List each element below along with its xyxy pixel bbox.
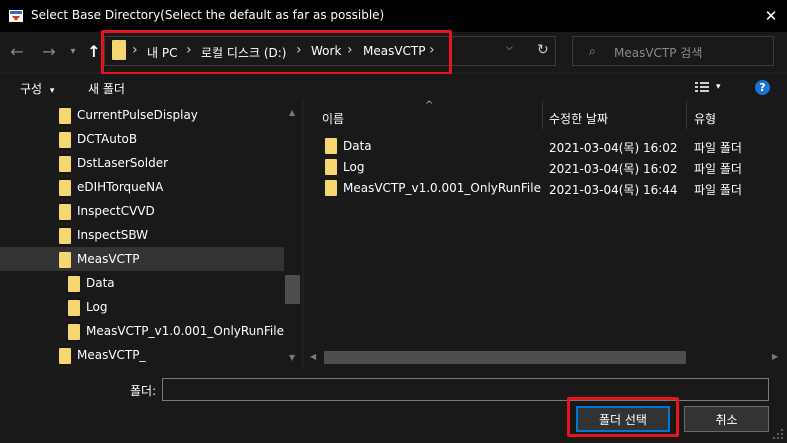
tree-item[interactable]: DstLaserSolder [0,151,284,175]
close-button[interactable]: ✕ [755,0,787,32]
resize-grip-icon[interactable] [772,428,784,440]
tree-item[interactable]: MeasVCTP_v1.0.001_OnlyRunFile [0,319,284,343]
folder-icon [325,138,337,154]
tree-item[interactable]: Data [0,271,284,295]
tree-item-label: MeasVCTP [77,252,140,266]
folder-icon [59,228,71,244]
folder-icon [59,348,71,364]
address-highlight-box [101,30,452,75]
help-icon[interactable]: ? [755,80,770,95]
column-header-type[interactable]: 유형 [694,110,716,127]
scroll-down-icon[interactable]: ▼ [289,353,295,362]
tree-item[interactable]: CurrentPulseDisplay [0,103,284,127]
tree-item-selected[interactable]: MeasVCTP [0,247,284,271]
navigation-pane: CurrentPulseDisplay DCTAutoB DstLaserSol… [0,100,302,368]
file-date: 2021-03-04(목) 16:02 [549,141,678,155]
back-button[interactable]: ← [6,40,28,62]
chevron-down-icon: ▾ [49,86,55,96]
chevron-down-icon: ▾ [70,45,76,57]
folder-icon [68,324,80,340]
tree-item-label: eDIHTorqueNA [77,180,164,194]
tree-item-label: InspectCVVD [77,204,155,218]
new-folder-button[interactable]: 새 폴더 [88,80,125,97]
search-placeholder[interactable]: MeasVCTP 검색 [614,44,702,61]
tree-item[interactable]: InspectSBW [0,223,284,247]
folder-icon [325,159,337,175]
tree-item[interactable]: DCTAutoB [0,127,284,151]
file-date: 2021-03-04(목) 16:44 [549,183,678,197]
file-name: Data [343,139,372,153]
chevron-down-icon[interactable]: ▾ [716,82,721,92]
search-icon: ⌕ [589,44,596,58]
file-type: 파일 폴더 [694,162,742,176]
tree-item-label: MeasVCTP_ [77,348,146,362]
folder-icon [68,276,80,292]
folder-open-icon [59,252,71,268]
forward-button[interactable]: → [38,40,60,62]
organize-menu[interactable]: 구성 ▾ [20,80,54,97]
cancel-button[interactable]: 취소 [684,406,769,432]
close-icon: ✕ [764,7,778,25]
tree-item-label: DstLaserSolder [77,156,169,170]
folder-icon [68,300,80,316]
scroll-right-icon[interactable]: ▶ [772,352,778,361]
tree-item[interactable]: InspectCVVD [0,199,284,223]
tree-item-label: MeasVCTP_v1.0.001_OnlyRunFile [86,324,284,338]
tree-item-label: Data [86,276,115,290]
file-type: 파일 폴더 [694,183,742,197]
file-type: 파일 폴더 [694,141,742,155]
tree-item[interactable]: MeasVCTP_ [0,343,284,367]
address-dropdown-icon[interactable]: ⌵ [506,43,513,53]
tree-item-label: InspectSBW [77,228,148,242]
tree-item-label: DCTAutoB [77,132,138,146]
folder-icon [59,156,71,172]
column-header-name[interactable]: 이름 [322,110,344,127]
column-divider[interactable] [542,101,543,129]
tree-scrollbar[interactable] [284,100,302,368]
folder-icon [59,180,71,196]
folder-field-label: 폴더: [130,384,157,398]
back-arrow-icon: ← [10,41,24,61]
file-name: Log [343,160,365,174]
up-arrow-icon: ↑ [87,41,101,61]
tree-item[interactable]: Log [0,295,284,319]
folder-icon [325,180,337,196]
scroll-left-icon[interactable]: ◀ [310,352,316,361]
folder-icon [59,108,71,124]
list-scroll-thumb[interactable] [324,351,686,364]
window-title: Select Base Directory(Select the default… [31,8,385,22]
column-divider[interactable] [686,101,687,129]
file-name: MeasVCTP_v1.0.001_OnlyRunFile [343,181,541,195]
tree-item-label: Log [86,300,108,314]
organize-label: 구성 [20,82,43,96]
select-button-highlight-box [567,397,679,437]
view-options-icon[interactable] [695,82,709,93]
tree-item-label: CurrentPulseDisplay [77,108,198,122]
scroll-up-icon[interactable]: ▲ [289,108,295,117]
tree-scroll-thumb[interactable] [285,275,300,304]
column-header-date[interactable]: 수정한 날짜 [549,110,608,127]
file-date: 2021-03-04(목) 16:02 [549,162,678,176]
folder-icon [59,132,71,148]
refresh-icon[interactable]: ↻ [537,42,549,58]
tree-item[interactable]: eDIHTorqueNA [0,175,284,199]
folder-icon [59,204,71,220]
sort-ascending-icon: ^ [425,100,434,111]
forward-arrow-icon: → [42,41,56,61]
app-icon [9,10,23,22]
recent-locations-button[interactable]: ▾ [62,40,84,62]
